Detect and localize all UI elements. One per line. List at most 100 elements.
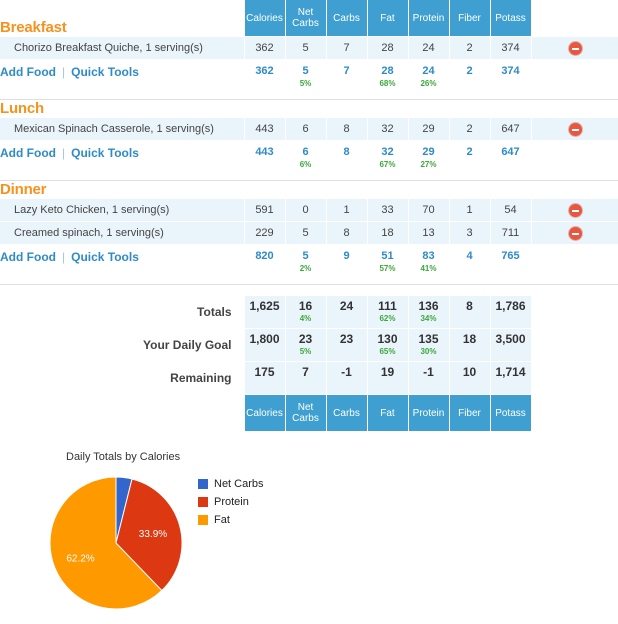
meal-subtotal-fiber: 4: [449, 244, 490, 285]
quick-tools-link[interactable]: Quick Tools: [71, 65, 139, 79]
totals-percent: 34%: [420, 314, 437, 323]
totals-value: -1: [341, 365, 352, 379]
totals-value: 130: [377, 332, 398, 346]
food-name[interactable]: Creamed spinach, 1 serving(s): [0, 221, 244, 245]
column-header-fiber: Fiber: [448, 0, 491, 37]
column-header-carbs: Carbs: [325, 394, 368, 431]
meal-subtotal-fiber: 2: [449, 59, 490, 100]
column-header-calories: Calories: [243, 0, 286, 37]
meal-header-row: Dinner: [0, 181, 618, 199]
subtotal-value: 24: [422, 65, 435, 77]
meal-subtotal-carbs: 9: [326, 244, 367, 285]
totals-value: 8: [466, 299, 473, 313]
add-food-link[interactable]: Add Food: [0, 65, 56, 79]
subtotal-value: 5: [302, 65, 309, 77]
remove-food-cell: [531, 198, 618, 222]
column-header-net-carbs: Net Carbs: [284, 394, 327, 431]
totals-value-fat: 19: [366, 361, 409, 395]
footer-header-spacer-right: [531, 395, 618, 432]
legend-item-net-carbs[interactable]: Net Carbs: [198, 476, 264, 492]
totals-value-protein: -1: [407, 361, 450, 395]
meal-table-lunch: Lunch Mexican Spinach Casserole, 1 servin…: [0, 100, 618, 181]
food-name[interactable]: Chorizo Breakfast Quiche, 1 serving(s): [0, 36, 244, 60]
meal-subtotal-carbs: 7: [326, 59, 367, 100]
subtotal-value: 6: [302, 146, 309, 158]
meal-subtotal-spacer: [531, 140, 618, 181]
food-name[interactable]: Mexican Spinach Casserole, 1 serving(s): [0, 117, 244, 141]
meal-header-spacer-cell: [326, 181, 367, 199]
remove-circle-icon[interactable]: [568, 41, 582, 55]
add-food-link[interactable]: Add Food: [0, 146, 56, 160]
meal-block-lunch: Lunch Mexican Spinach Casserole, 1 servin…: [0, 100, 618, 181]
subtotal-value: 7: [343, 65, 350, 77]
totals-row-spacer: [531, 296, 618, 329]
meal-header-spacer-cell: [285, 100, 326, 118]
subtotal-percent: 5%: [299, 79, 312, 88]
totals-value: 1,800: [249, 332, 280, 346]
subtotal-value: 32: [381, 146, 394, 158]
legend-item-fat[interactable]: Fat: [198, 512, 264, 528]
food-row: Creamed spinach, 1 serving(s) 229 5 8 18 13 3 7…: [0, 221, 618, 245]
add-food-link[interactable]: Add Food: [0, 250, 56, 264]
meal-actions: Add Food | Quick Tools: [0, 59, 244, 100]
column-header-carbs: Carbs: [325, 0, 368, 37]
legend-swatch-icon: [198, 497, 208, 507]
food-value-protein: 70: [407, 198, 450, 222]
meal-subtotal-row: Add Food | Quick Tools 820 5 2% 9 51 57% 83 41% 4…: [0, 244, 618, 285]
meal-subtotal-protein: 24 26%: [408, 59, 449, 100]
remove-circle-icon[interactable]: [568, 226, 582, 240]
subtotal-value: 29: [422, 146, 435, 158]
food-value-potass: 374: [489, 36, 532, 60]
subtotal-value: 51: [381, 250, 394, 262]
meal-header-row: Lunch: [0, 100, 618, 118]
totals-value: 23: [298, 332, 313, 346]
food-name[interactable]: Lazy Keto Chicken, 1 serving(s): [0, 198, 244, 222]
quick-tools-link[interactable]: Quick Tools: [71, 146, 139, 160]
column-header-fat: Fat: [366, 0, 409, 37]
food-value-fat: 32: [366, 117, 409, 141]
meal-header-spacer-cell: [490, 100, 531, 118]
quick-tools-link[interactable]: Quick Tools: [71, 250, 139, 264]
food-row: Chorizo Breakfast Quiche, 1 serving(s) 36…: [0, 36, 618, 60]
remove-circle-icon[interactable]: [568, 122, 582, 136]
meal-header-spacer-cell: [408, 100, 449, 118]
food-value-carbs: 8: [325, 117, 368, 141]
meal-table-dinner: Dinner Lazy Keto Chicken, 1 serving(s) 591…: [0, 181, 618, 285]
remove-circle-icon[interactable]: [568, 203, 582, 217]
food-value-calories: 443: [243, 117, 286, 141]
subtotal-percent: 41%: [420, 264, 437, 273]
totals-value-fiber: 8: [448, 295, 491, 329]
meal-subtotal-protein: 83 41%: [408, 244, 449, 285]
food-value-potass: 647: [489, 117, 532, 141]
food-value-fiber: 3: [448, 221, 491, 245]
calorie-breakdown-chart: Daily Totals by Calories 33.9% 62.2% Net …: [0, 449, 618, 624]
food-value-net-carbs: 5: [284, 221, 327, 245]
totals-value-carbs: 23: [325, 328, 368, 362]
totals-value-fiber: 18: [448, 328, 491, 362]
remove-food-cell: [531, 36, 618, 60]
subtotal-value: 28: [381, 65, 394, 77]
food-value-net-carbs: 5: [284, 36, 327, 60]
meal-header-row: Breakfast Calories Net Carbs Carbs Fat Protei…: [0, 0, 618, 37]
meal-table-breakfast: Breakfast Calories Net Carbs Carbs Fat Protei…: [0, 0, 618, 100]
legend-item-protein[interactable]: Protein: [198, 494, 264, 510]
column-header-spacer: [531, 0, 618, 37]
food-value-protein: 24: [407, 36, 450, 60]
meal-subtotal-calories: 443: [244, 140, 285, 181]
meal-header-spacer-cell: [367, 181, 408, 199]
meal-title-lunch: Lunch: [0, 100, 44, 117]
totals-value-carbs: 24: [325, 295, 368, 329]
food-row: Lazy Keto Chicken, 1 serving(s) 591 0 1 33 70…: [0, 198, 618, 222]
totals-value: 7: [302, 365, 309, 379]
subtotal-percent: 6%: [299, 160, 312, 169]
subtotal-value: 2: [466, 65, 473, 77]
totals-value: 19: [380, 365, 395, 379]
totals-value-calories: 175: [243, 361, 286, 395]
totals-value-net-carbs: 23 5%: [284, 328, 327, 362]
meal-subtotal-net-carbs: 6 6%: [285, 140, 326, 181]
legend-swatch-icon: [198, 515, 208, 525]
food-value-fiber: 2: [448, 117, 491, 141]
pie-slice-label-fat: 62.2%: [66, 553, 94, 564]
totals-table: Totals 1,625 16 4% 24 111 62% 136 34% 8 1,786 Y…: [0, 295, 618, 431]
food-value-carbs: 8: [325, 221, 368, 245]
